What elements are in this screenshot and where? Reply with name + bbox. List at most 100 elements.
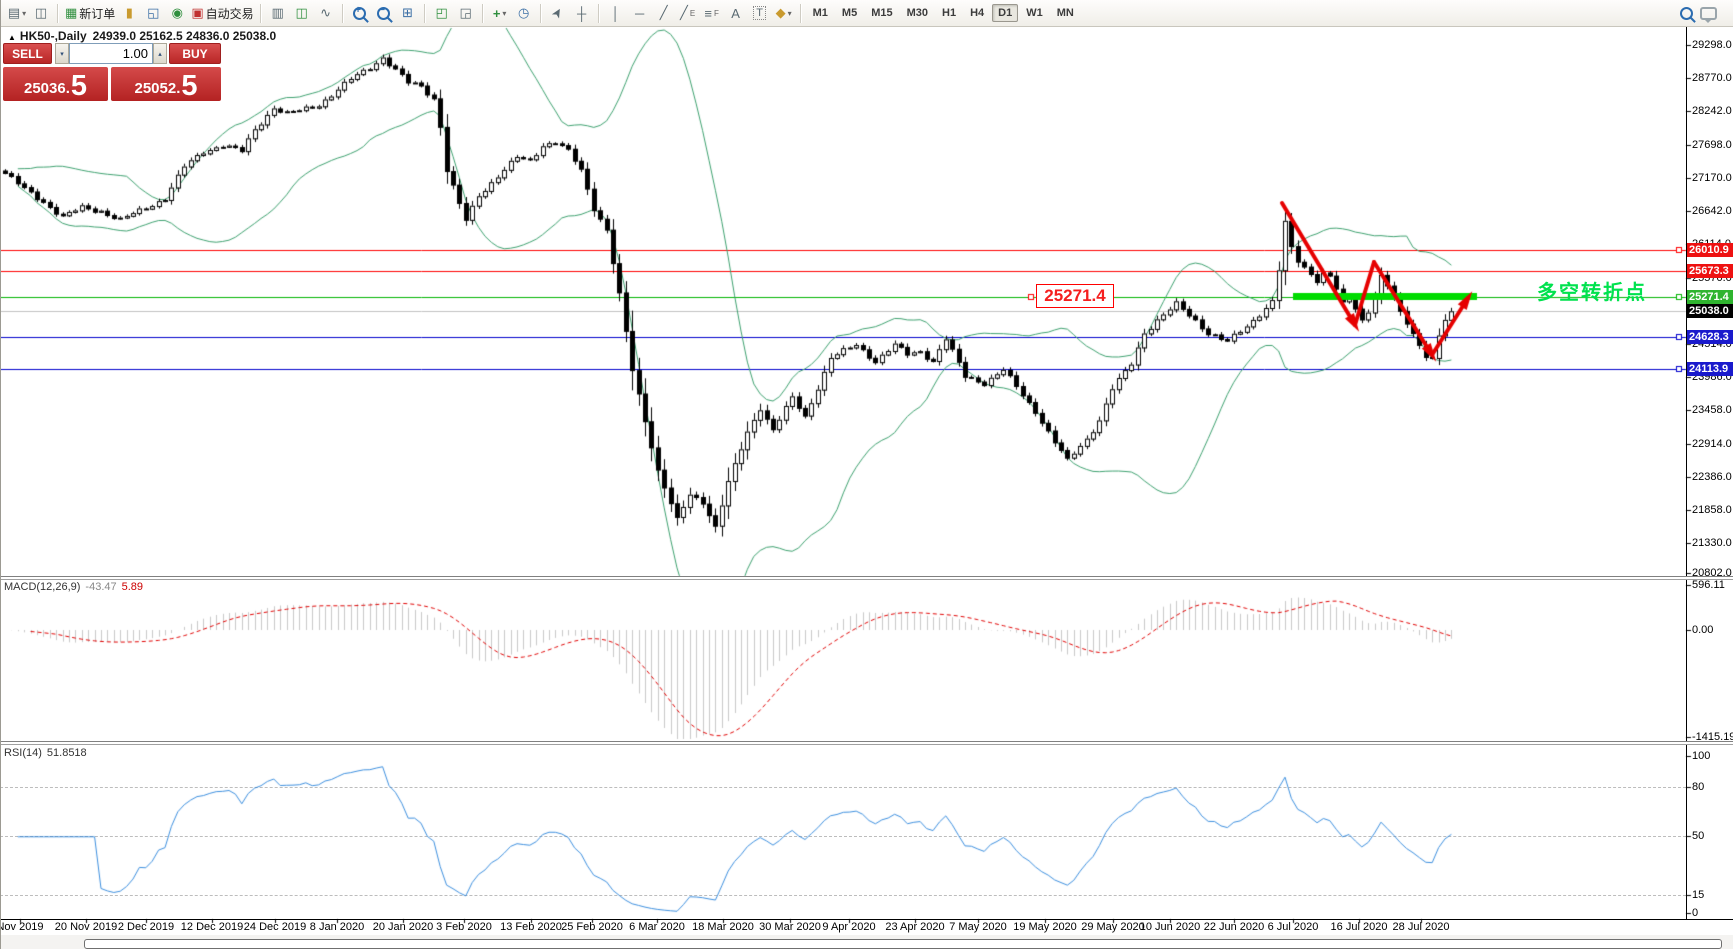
timeframe-D1[interactable]: D1	[992, 4, 1018, 22]
depth-of-market-button[interactable]: ◱	[141, 2, 165, 24]
fibonacci-button[interactable]: ≡F	[700, 2, 724, 24]
date-axis-label: 20 Jan 2020	[373, 921, 434, 933]
crosshair-button[interactable]: ┼	[570, 2, 594, 24]
chevron-down-icon: ▾	[22, 9, 26, 18]
turning-point-annotation[interactable]: 多空转折点	[1537, 276, 1647, 305]
pane-separator-rsi[interactable]	[0, 741, 1733, 745]
indicator-window-button[interactable]: ◰	[430, 2, 454, 24]
channel-button[interactable]: ╱E	[676, 2, 700, 24]
signals-button[interactable]: ◉	[165, 2, 189, 24]
new-chart-button[interactable]: ▤▾	[5, 2, 29, 24]
price-chart-canvas[interactable]	[0, 0, 1733, 949]
buy-button[interactable]: BUY	[169, 43, 221, 64]
text-label-button[interactable]: T	[748, 2, 772, 24]
collapse-marker-icon: ▲	[8, 33, 16, 42]
cursor-button[interactable]: ➤	[546, 2, 570, 24]
zoom-in-button[interactable]: +	[348, 2, 372, 24]
date-axis-label: 18 Mar 2020	[692, 921, 754, 933]
timeframe-M1[interactable]: M1	[807, 4, 834, 22]
horizontal-scrollbar-thumb[interactable]	[84, 939, 1722, 949]
date-axis-label: 19 May 2020	[1013, 921, 1077, 933]
chart-bottom-border	[0, 919, 1733, 920]
zoom-out-button[interactable]: −	[372, 2, 396, 24]
sell-button[interactable]: SELL	[3, 43, 52, 64]
profiles-icon: ◫	[35, 5, 47, 21]
search-button[interactable]	[1674, 2, 1698, 24]
tile-windows-icon: ⊞	[402, 5, 413, 21]
signal-icon: ◉	[172, 5, 183, 21]
timeframe-bar: M1M5M15M30H1H4D1W1MN	[806, 4, 1081, 22]
price-axis-label: 21330.0	[1692, 537, 1732, 549]
timeframe-H4[interactable]: H4	[964, 4, 990, 22]
date-axis-label: 20 Nov 2019	[55, 921, 117, 933]
indicator-window2-icon: ◲	[459, 5, 471, 21]
vertical-line-button[interactable]: │	[604, 2, 628, 24]
date-axis-label: 9 Apr 2020	[822, 921, 875, 933]
autotrading-button[interactable]: ▣自动交易	[189, 2, 255, 24]
chat-button[interactable]	[1698, 2, 1733, 24]
window-icon: ◱	[147, 5, 159, 21]
channel-sub: E	[690, 9, 695, 18]
toolbar-separator	[424, 4, 426, 23]
buy-price-display[interactable]: 25052.5	[111, 67, 221, 101]
axis-border	[1686, 27, 1687, 919]
price-tag[interactable]: 25038.0	[1687, 304, 1733, 318]
autotrading-icon: ▣	[191, 5, 203, 21]
tile-windows-button[interactable]: ⊞	[396, 2, 420, 24]
candlestick-icon: ◫	[295, 5, 307, 21]
timeframe-W1[interactable]: W1	[1020, 4, 1049, 22]
macd-name: MACD(12,26,9)	[4, 581, 80, 593]
one-click-trading-panel: SELL ▾ 1.00 ▴ BUY 25036.5 25052.5	[3, 43, 221, 101]
date-axis-label: 13 Feb 2020	[500, 921, 562, 933]
indicator-window-icon: ◰	[435, 5, 447, 21]
price-tag[interactable]: 24113.9	[1687, 362, 1733, 376]
timeframe-MN[interactable]: MN	[1051, 4, 1080, 22]
search-icon	[1680, 7, 1693, 20]
pane-separator-macd[interactable]	[0, 576, 1733, 580]
date-axis-label: 24 Dec 2019	[244, 921, 306, 933]
new-order-button[interactable]: ▦新订单	[63, 2, 117, 24]
horizontal-line-button[interactable]: ─	[628, 2, 652, 24]
timeframe-M5[interactable]: M5	[836, 4, 863, 22]
styler-button[interactable]: ▮	[117, 2, 141, 24]
bar-chart-button[interactable]: ▥	[266, 2, 290, 24]
timeframe-H1[interactable]: H1	[936, 4, 962, 22]
date-axis-label: 8 Jan 2020	[310, 921, 364, 933]
line-chart-button[interactable]: ∿	[314, 2, 338, 24]
price-axis-label: 28770.0	[1692, 72, 1732, 84]
add-indicator-button[interactable]: +▾	[488, 2, 512, 24]
indicator-window2-button[interactable]: ◲	[454, 2, 478, 24]
text-button[interactable]: A	[724, 2, 748, 24]
volume-increase-button[interactable]: ▴	[153, 43, 167, 64]
buy-price-big-digit: 5	[181, 73, 197, 99]
window-left-edge	[0, 0, 1, 949]
candlestick-chart-button[interactable]: ◫	[290, 2, 314, 24]
sell-price-display[interactable]: 25036.5	[3, 67, 108, 101]
price-tag[interactable]: 24628.3	[1687, 330, 1733, 344]
volume-decrease-button[interactable]: ▾	[55, 43, 69, 64]
price-tag[interactable]: 25673.3	[1687, 264, 1733, 278]
price-tag[interactable]: 25271.4	[1687, 290, 1733, 304]
timeframe-M30[interactable]: M30	[901, 4, 934, 22]
shapes-button[interactable]: ◆▾	[772, 2, 796, 24]
price-axis-label: 27170.0	[1692, 172, 1732, 184]
toolbar-separator	[598, 4, 600, 23]
date-axis-label: 28 Jul 2020	[1393, 921, 1450, 933]
trendline-icon: ╱	[660, 5, 668, 21]
date-axis-label: Nov 2019	[0, 921, 44, 933]
toolbar-separator	[260, 4, 262, 23]
zoom-out-icon: −	[377, 7, 390, 20]
price-level-annotation-box[interactable]: 25271.4	[1036, 284, 1114, 308]
volume-input[interactable]: 1.00	[69, 43, 153, 64]
sell-price-big-digit: 5	[71, 73, 87, 99]
price-axis-label: 28242.0	[1692, 105, 1732, 117]
period-button[interactable]: ◷	[512, 2, 536, 24]
price-axis-label: 29298.0	[1692, 39, 1732, 51]
chevron-down-icon: ▾	[502, 9, 506, 18]
trendline-button[interactable]: ╱	[652, 2, 676, 24]
autotrading-label: 自动交易	[206, 5, 254, 22]
timeframe-M15[interactable]: M15	[865, 4, 898, 22]
profiles-button[interactable]: ◫	[29, 2, 53, 24]
price-tag[interactable]: 26010.9	[1687, 243, 1733, 257]
rsi-axis-label: 100	[1692, 750, 1710, 762]
